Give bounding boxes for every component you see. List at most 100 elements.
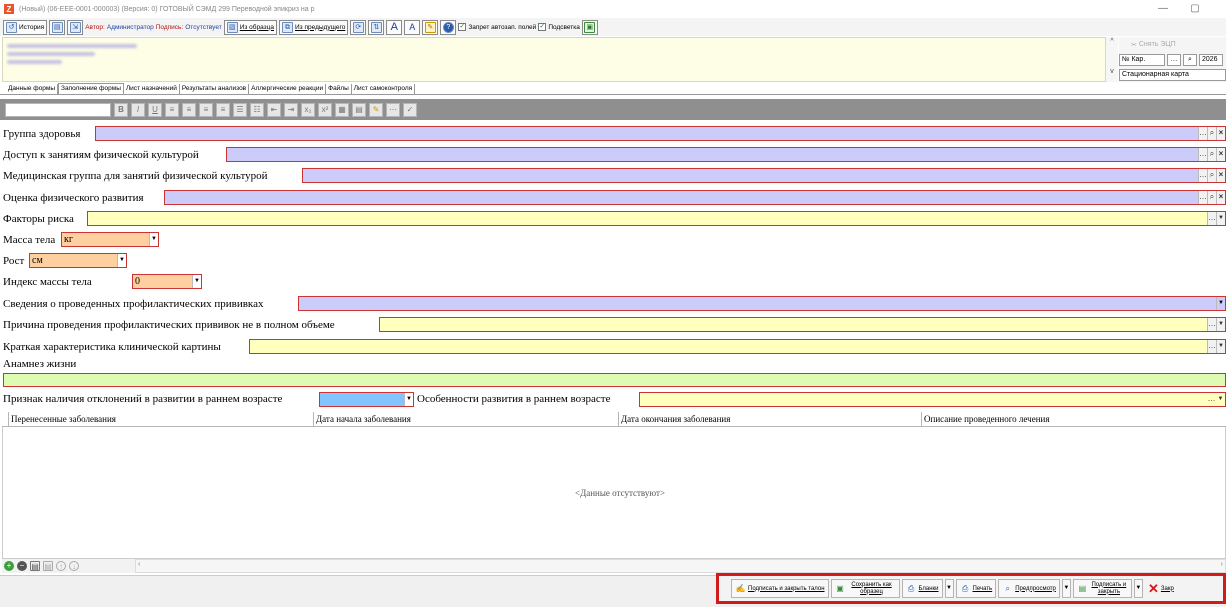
- sign-close-dropdown-icon[interactable]: ▼: [1133, 579, 1143, 598]
- dropdown-arrow-icon[interactable]: ▼: [149, 233, 158, 246]
- grid-column-header[interactable]: Дата начала заболевания: [314, 412, 619, 426]
- add-row-icon[interactable]: +: [4, 561, 14, 571]
- dropdown-arrow-icon[interactable]: ▼: [404, 393, 413, 406]
- sign-close-ticket-button[interactable]: ✍ Подписать и закрыть талон: [731, 579, 829, 598]
- move-down-icon[interactable]: ↓: [69, 561, 79, 571]
- more-button[interactable]: …: [1207, 318, 1216, 331]
- sign-ecp-button[interactable]: ✂ Снять ЭЦП: [1131, 38, 1176, 51]
- card-type-field[interactable]: Стационарная карта: [1119, 68, 1226, 81]
- more-button[interactable]: …: [1198, 191, 1207, 204]
- tab-analysis-results[interactable]: Результаты анализов: [180, 84, 250, 94]
- table-icon[interactable]: ▦: [335, 102, 349, 117]
- clear-icon[interactable]: ×: [1216, 127, 1225, 140]
- underline-button[interactable]: U: [148, 102, 162, 117]
- autofill-lock-checkbox[interactable]: ✓: [458, 23, 467, 31]
- dropdown-arrow-icon[interactable]: ▼: [192, 275, 201, 288]
- save-button[interactable]: ▣: [581, 19, 598, 35]
- clear-icon[interactable]: ×: [1216, 191, 1225, 204]
- tab-files[interactable]: Файлы: [326, 84, 352, 94]
- clear-icon[interactable]: ×: [1216, 148, 1225, 161]
- grid-column-header[interactable]: Описание проведенного лечения: [922, 412, 1226, 426]
- sync-button[interactable]: ⇅: [368, 19, 385, 35]
- edit-row-icon[interactable]: ▤: [30, 561, 40, 571]
- dropdown-arrow-icon[interactable]: ▼: [1216, 318, 1225, 331]
- help-button[interactable]: ?: [440, 19, 457, 35]
- save-as-template-button[interactable]: ▣ Сохранить как образец: [830, 579, 900, 598]
- life-anamnesis-field[interactable]: [3, 373, 1226, 387]
- dev-deviation-select[interactable]: ▼: [319, 392, 414, 407]
- restore-button[interactable]: ▢: [1180, 2, 1210, 16]
- search-icon[interactable]: ⌕: [1207, 191, 1216, 204]
- more-button[interactable]: …: [1207, 212, 1216, 225]
- tab-form-fill[interactable]: Заполнение формы: [58, 83, 124, 94]
- scroll-down-icon[interactable]: v: [1106, 68, 1118, 75]
- year-field[interactable]: 2026: [1199, 53, 1223, 66]
- dropdown-arrow-icon[interactable]: ▼: [1216, 212, 1225, 225]
- bmi-select[interactable]: 0 ▼: [132, 274, 202, 289]
- align-center-icon[interactable]: ≡: [182, 102, 196, 117]
- font-decrease-button[interactable]: A: [404, 19, 421, 35]
- font-increase-button[interactable]: A: [386, 19, 403, 35]
- from-previous-button[interactable]: ⧉ Из предыдущего: [279, 19, 349, 35]
- physical-dev-field[interactable]: … ⌕ ×: [164, 190, 1226, 205]
- dropdown-arrow-icon[interactable]: ▼: [1216, 340, 1225, 353]
- grid-horizontal-scrollbar[interactable]: ‹ ›: [135, 559, 1226, 573]
- pe-medical-group-field[interactable]: … ⌕ ×: [302, 168, 1226, 183]
- paint-icon[interactable]: ✎: [369, 102, 383, 117]
- dropdown-arrow-icon[interactable]: ▼: [117, 254, 126, 267]
- superscript-icon[interactable]: x²: [318, 102, 332, 117]
- card-search-icon[interactable]: ⌕: [1183, 53, 1197, 66]
- more-button[interactable]: …: [1207, 393, 1216, 406]
- dropdown-arrow-icon[interactable]: ▼: [1216, 393, 1225, 406]
- tab-self-control[interactable]: Лист самоконтроля: [352, 84, 416, 94]
- search-icon[interactable]: ⌕: [1207, 127, 1216, 140]
- refresh-button[interactable]: ⟳: [350, 19, 367, 35]
- clear-icon[interactable]: ×: [1216, 169, 1225, 182]
- more-icon[interactable]: ⋯: [386, 102, 400, 117]
- body-mass-unit-select[interactable]: кг ▼: [61, 232, 159, 247]
- more-button[interactable]: …: [1207, 340, 1216, 353]
- print-button[interactable]: ⎙ Печать: [955, 579, 997, 598]
- bullet-list-icon[interactable]: ☰: [233, 102, 247, 117]
- risk-factors-field[interactable]: … ▼: [87, 211, 1226, 226]
- forms-button[interactable]: ⎙ Бланки: [901, 579, 943, 598]
- bold-button[interactable]: B: [114, 102, 128, 117]
- tab-prescriptions[interactable]: Лист назначений: [124, 84, 180, 94]
- scroll-up-icon[interactable]: ^: [1106, 38, 1118, 45]
- preview-button[interactable]: ⌕ Предпросмотр: [998, 579, 1060, 598]
- move-up-icon[interactable]: ↑: [56, 561, 66, 571]
- tab-allergies[interactable]: Аллергические реакции: [249, 84, 327, 94]
- grid-column-header[interactable]: Дата окончания заболевания: [619, 412, 922, 426]
- clinical-summary-field[interactable]: … ▼: [249, 339, 1226, 354]
- search-icon[interactable]: ⌕: [1207, 169, 1216, 182]
- from-template-button[interactable]: ▧ Из образца: [223, 19, 277, 35]
- health-group-field[interactable]: … ⌕ ×: [95, 126, 1226, 141]
- patient-scrollbar[interactable]: ^ v: [1106, 37, 1118, 82]
- more-button[interactable]: …: [1198, 148, 1207, 161]
- remove-row-icon[interactable]: −: [17, 561, 27, 571]
- align-right-icon[interactable]: ≡: [199, 102, 213, 117]
- search-icon[interactable]: ⌕: [1207, 148, 1216, 161]
- card-number-field[interactable]: № Кар.: [1119, 53, 1165, 66]
- tab-form-data[interactable]: Данные формы: [6, 84, 59, 94]
- preview-dropdown-icon[interactable]: ▼: [1061, 579, 1071, 598]
- indent-decrease-icon[interactable]: ⇤: [267, 102, 281, 117]
- scroll-left-icon[interactable]: ‹: [138, 561, 140, 568]
- vacc-reason-field[interactable]: … ▼: [379, 317, 1226, 332]
- forms-dropdown-icon[interactable]: ▼: [944, 579, 954, 598]
- export-button[interactable]: ⇲: [67, 19, 84, 35]
- card-more-button[interactable]: …: [1167, 53, 1181, 66]
- align-justify-icon[interactable]: ≡: [216, 102, 230, 117]
- subscript-icon[interactable]: x₂: [301, 102, 315, 117]
- clear-button[interactable]: ✎: [422, 19, 439, 35]
- align-left-icon[interactable]: ≡: [165, 102, 179, 117]
- number-list-icon[interactable]: ☷: [250, 102, 264, 117]
- more-button[interactable]: …: [1198, 127, 1207, 140]
- height-unit-select[interactable]: см ▼: [29, 253, 127, 268]
- indent-increase-icon[interactable]: ⇥: [284, 102, 298, 117]
- font-name-select[interactable]: [5, 102, 111, 117]
- grid-column-header[interactable]: Перенесенные заболевания: [9, 412, 314, 426]
- minimize-button[interactable]: —: [1148, 2, 1178, 16]
- dropdown-arrow-icon[interactable]: ▼: [1216, 297, 1225, 310]
- close-button[interactable]: ✕ Закр: [1145, 579, 1174, 598]
